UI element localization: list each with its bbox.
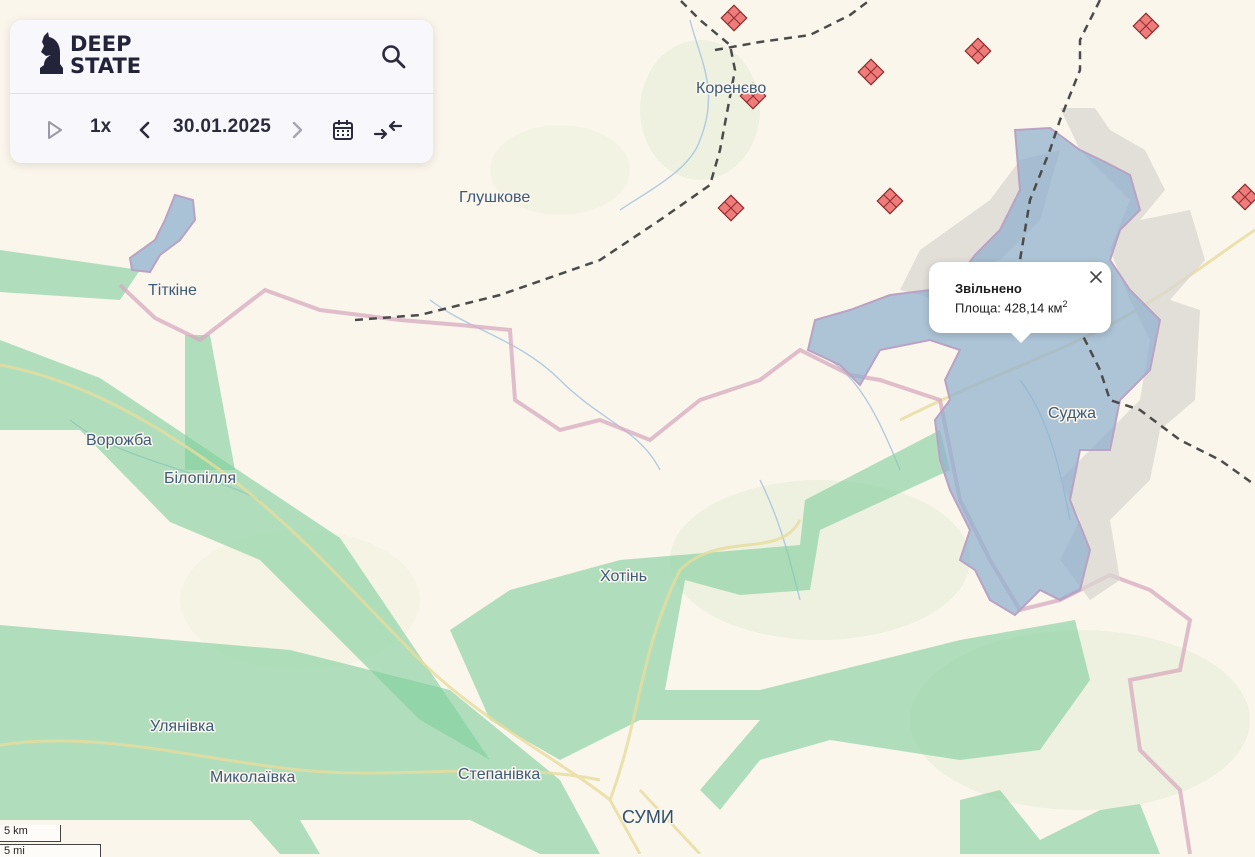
popup-area-value: 428,14 bbox=[1004, 300, 1045, 316]
place-label-mykolaivka: Миколаївка bbox=[210, 769, 296, 786]
knight-logo-icon bbox=[40, 32, 63, 74]
popup-title: Звільнено bbox=[955, 281, 1022, 296]
place-label-vorozhba: Ворожба bbox=[86, 432, 152, 449]
popup-area-label: Площа: bbox=[955, 300, 1001, 316]
place-label-sudzha: Суджа bbox=[1048, 405, 1096, 422]
panel-header: DEEP STATE bbox=[10, 20, 433, 94]
place-label-ulianivka: Улянівка bbox=[150, 718, 214, 735]
logo[interactable]: DEEP STATE bbox=[38, 32, 141, 78]
place-label-sumy: СУМИ bbox=[622, 807, 674, 827]
search-icon[interactable] bbox=[381, 44, 407, 70]
speed-button[interactable]: 1x bbox=[90, 116, 111, 138]
chevron-right-icon[interactable] bbox=[290, 120, 304, 140]
chevron-left-icon[interactable] bbox=[138, 120, 152, 140]
calendar-icon[interactable] bbox=[332, 119, 354, 141]
logo-text: DEEP STATE bbox=[70, 33, 141, 77]
popup-area-unit: км bbox=[1047, 300, 1063, 316]
scale-km-label: 5 km bbox=[4, 825, 28, 837]
place-label-korenevo: Коренєво bbox=[696, 80, 766, 97]
scale-km: 5 km bbox=[0, 825, 61, 842]
scale-mi-label: 5 mi bbox=[4, 845, 25, 857]
control-panel: DEEP STATE 1x 30.01.2025 bbox=[10, 20, 433, 163]
place-label-bilopillia: Білопілля bbox=[164, 470, 236, 487]
popup-area: Площа: 428,14 км2 bbox=[955, 299, 1068, 315]
place-label-stepanivka: Степанівка bbox=[458, 766, 540, 783]
date-display[interactable]: 30.01.2025 bbox=[173, 116, 271, 138]
collapse-arrows-icon[interactable] bbox=[374, 118, 402, 142]
close-icon[interactable] bbox=[1089, 270, 1103, 284]
place-label-glushkove: Глушкове bbox=[459, 189, 530, 206]
popup-area-unit-power: 2 bbox=[1062, 299, 1068, 309]
place-label-khotin: Хотінь bbox=[600, 568, 647, 585]
place-label-titkine: Тіткіне bbox=[148, 282, 197, 299]
scale-mi: 5 mi bbox=[0, 844, 101, 857]
logo-line-2: STATE bbox=[70, 54, 142, 78]
timeline-controls: 1x 30.01.2025 bbox=[10, 94, 433, 164]
logo-line-1: DEEP bbox=[70, 32, 132, 56]
area-popup: Звільнено Площа: 428,14 км2 bbox=[929, 262, 1111, 343]
play-icon[interactable] bbox=[46, 120, 64, 140]
